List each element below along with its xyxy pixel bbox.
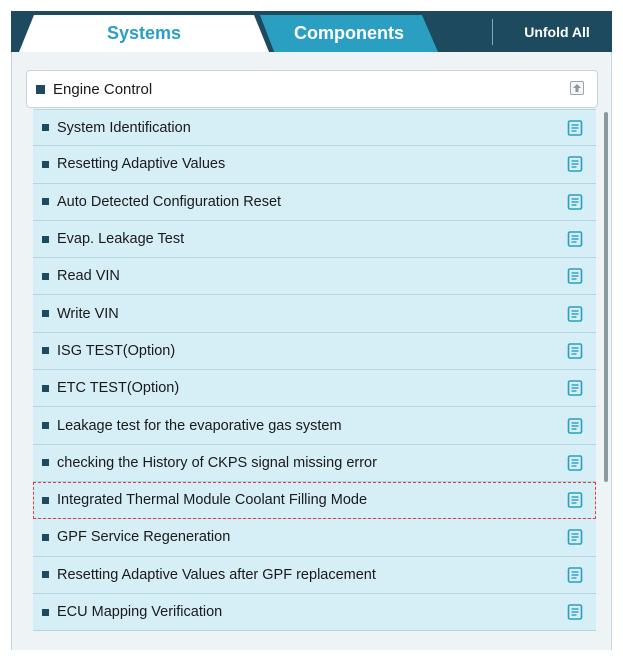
bullet-icon <box>42 459 49 467</box>
document-icon[interactable] <box>567 604 583 620</box>
unfold-all-button[interactable]: Unfold All <box>502 11 612 52</box>
list-item-label: ECU Mapping Verification <box>57 604 223 620</box>
list-item-label: Resetting Adaptive Values after GPF repl… <box>57 566 376 583</box>
list-item-label: Auto Detected Configuration Reset <box>57 193 282 210</box>
tab-systems[interactable]: Systems <box>19 15 269 52</box>
bullet-icon <box>42 384 49 392</box>
list-item-label: Evap. Leakage Test <box>57 231 185 248</box>
bullet-icon <box>42 571 49 579</box>
list-item-label: Write VIN <box>57 305 119 322</box>
bullet-icon <box>42 496 49 504</box>
document-icon[interactable] <box>567 268 583 285</box>
list-item-label: ISG TEST(Option) <box>57 342 176 359</box>
bullet-icon <box>42 347 49 355</box>
document-icon[interactable] <box>567 455 583 471</box>
bullet-icon <box>42 272 49 280</box>
list-item[interactable]: System Identification <box>33 109 596 147</box>
group-header-engine-control[interactable]: Engine Control <box>26 70 598 108</box>
list-item-label: Integrated Thermal Module Coolant Fillin… <box>57 492 368 509</box>
list-item-label: Resetting Adaptive Values <box>57 156 226 173</box>
bullet-icon <box>42 422 49 430</box>
function-list: System Identification Resetting Adaptive… <box>33 109 596 632</box>
list-item[interactable]: Resetting Adaptive Values <box>33 146 596 184</box>
list-item-label: ETC TEST(Option) <box>57 380 180 397</box>
list-item[interactable]: Write VIN <box>33 295 596 333</box>
bullet-icon <box>42 310 49 318</box>
list-item-label: Leakage test for the evaporative gas sys… <box>57 417 342 434</box>
document-icon[interactable] <box>567 566 583 583</box>
bullet-icon <box>42 160 49 168</box>
document-icon[interactable] <box>567 305 583 322</box>
bullet-icon <box>36 84 45 94</box>
document-icon[interactable] <box>567 343 583 359</box>
document-icon[interactable] <box>567 529 583 546</box>
systems-panel: Engine Control System Identification Res… <box>11 52 612 650</box>
document-icon[interactable] <box>567 156 583 173</box>
list-item[interactable]: ETC TEST(Option) <box>33 370 596 408</box>
bullet-icon <box>42 608 49 616</box>
document-icon[interactable] <box>567 119 583 136</box>
bullet-icon <box>42 124 49 132</box>
list-item-label: Read VIN <box>57 268 120 285</box>
list-item[interactable]: Read VIN <box>33 258 596 296</box>
list-item[interactable]: checking the History of CKPS signal miss… <box>33 444 596 482</box>
list-item[interactable]: Evap. Leakage Test <box>33 220 596 259</box>
bullet-icon <box>42 235 49 243</box>
document-icon[interactable] <box>567 417 583 434</box>
list-item[interactable]: ISG TEST(Option) <box>33 332 596 371</box>
scrollbar[interactable] <box>604 112 608 482</box>
list-item[interactable]: GPF Service Regeneration <box>33 519 596 557</box>
top-tab-bar: Systems Components Unfold All <box>11 11 612 52</box>
list-item[interactable]: Leakage test for the evaporative gas sys… <box>33 407 596 445</box>
bullet-icon <box>42 198 49 206</box>
tab-divider <box>492 19 493 45</box>
list-item[interactable]: ECU Mapping Verification <box>33 593 596 632</box>
list-item[interactable]: Integrated Thermal Module Coolant Fillin… <box>33 481 596 520</box>
tab-components[interactable]: Components <box>260 15 438 52</box>
document-icon[interactable] <box>567 380 583 397</box>
list-item-label: GPF Service Regeneration <box>57 529 231 546</box>
list-item-label: System Identification <box>57 119 191 136</box>
group-title: Engine Control <box>53 80 153 98</box>
document-icon[interactable] <box>567 492 583 508</box>
document-icon[interactable] <box>567 193 583 210</box>
list-item-label: checking the History of CKPS signal miss… <box>57 454 377 471</box>
document-icon[interactable] <box>567 231 583 247</box>
bullet-icon <box>42 533 49 541</box>
list-item[interactable]: Auto Detected Configuration Reset <box>33 183 596 221</box>
collapse-arrow-icon[interactable] <box>570 81 584 95</box>
list-item[interactable]: Resetting Adaptive Values after GPF repl… <box>33 556 596 594</box>
